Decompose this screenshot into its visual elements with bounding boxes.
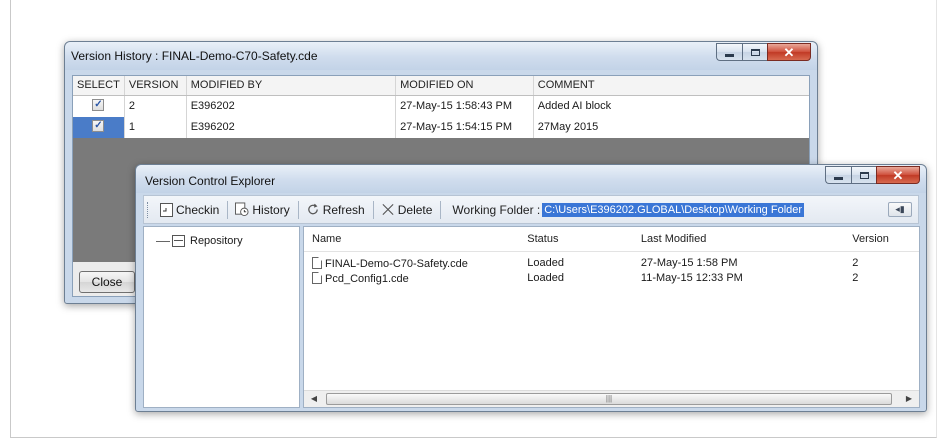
vce-titlebar[interactable]: Version Control Explorer ✕: [136, 165, 926, 193]
table-row[interactable]: ✓ 2 E396202 27-May-15 1:58:43 PM Added A…: [73, 96, 809, 118]
checkin-icon: [159, 202, 173, 217]
history-label: History: [252, 202, 290, 217]
tree-item-label: Repository: [190, 235, 243, 247]
vce-title: Version Control Explorer: [145, 174, 276, 188]
toolbar-overflow-button[interactable]: ◂▮: [888, 202, 912, 217]
working-folder-path[interactable]: C:\Users\E396202.GLOBAL\Desktop\Working …: [542, 202, 805, 217]
close-window-button[interactable]: ✕: [767, 43, 811, 61]
minimize-icon: [834, 176, 843, 180]
select-cell[interactable]: ✓: [73, 117, 125, 138]
toolbar-grip[interactable]: [147, 201, 151, 218]
refresh-button[interactable]: Refresh: [304, 202, 367, 217]
vce-toolbar: Checkin History Refresh Delete Working F…: [143, 195, 919, 224]
file-status: Loaded: [527, 272, 564, 284]
row-checkbox[interactable]: ✓: [92, 120, 105, 132]
toolbar-separator: [297, 200, 299, 219]
refresh-icon: [306, 202, 320, 217]
delete-icon: [381, 202, 395, 217]
grip-icon: |||: [605, 394, 613, 403]
history-button[interactable]: History: [233, 202, 291, 217]
minimize-button[interactable]: [825, 166, 851, 184]
toolbar-separator: [227, 200, 229, 219]
horizontal-scrollbar[interactable]: ◀ ||| ▶: [304, 390, 919, 407]
file-list-header: Name Status Last Modified Version: [304, 227, 919, 252]
repository-tree: Repository: [143, 226, 300, 408]
table-row[interactable]: ✓ 1 E396202 27-May-15 1:54:15 PM 27May 2…: [73, 117, 809, 139]
close-icon: ✕: [783, 44, 795, 60]
version-history-caption-buttons: ✕: [716, 43, 811, 61]
version-control-explorer-window: Version Control Explorer ✕ Checkin Histo…: [135, 164, 927, 412]
file-status: Loaded: [527, 257, 564, 269]
maximize-button[interactable]: [742, 43, 767, 61]
file-name-cell: Pcd_Config1.cde: [304, 272, 519, 286]
delete-label: Delete: [397, 202, 433, 217]
maximize-button[interactable]: [851, 166, 876, 184]
list-item[interactable]: FINAL-Demo-C70-Safety.cde Loaded 27-May-…: [304, 257, 919, 271]
scrollbar-thumb[interactable]: |||: [326, 393, 892, 405]
close-window-button[interactable]: ✕: [876, 166, 920, 184]
history-icon: [235, 202, 249, 217]
refresh-label: Refresh: [322, 202, 365, 217]
comment-cell: 27May 2015: [537, 121, 599, 133]
list-item[interactable]: Pcd_Config1.cde Loaded 11-May-15 12:33 P…: [304, 272, 919, 286]
col-modified-by[interactable]: MODIFIED BY: [187, 76, 397, 95]
checkin-button[interactable]: Checkin: [157, 202, 221, 217]
close-button[interactable]: Close: [79, 271, 135, 293]
maximize-icon: [750, 48, 760, 56]
file-modified: 27-May-15 1:58 PM: [640, 257, 738, 269]
toolbar-separator: [372, 200, 374, 219]
modified-on-cell: 27-May-15 1:58:43 PM: [396, 96, 534, 117]
modified-by-cell: E396202: [187, 96, 397, 117]
version-cell: 2: [125, 96, 187, 117]
scroll-left-icon[interactable]: ◀: [307, 393, 321, 405]
tree-item-repository[interactable]: Repository: [156, 235, 243, 247]
version-history-titlebar[interactable]: Version History : FINAL-Demo-C70-Safety.…: [65, 42, 817, 70]
row-checkbox[interactable]: ✓: [92, 99, 105, 111]
folder-icon: [172, 235, 185, 247]
comment-cell: Added AI block: [537, 100, 612, 112]
document-icon: [312, 257, 322, 269]
scroll-right-icon[interactable]: ▶: [902, 393, 916, 405]
minimize-button[interactable]: [716, 43, 742, 61]
file-name: Pcd_Config1.cde: [325, 273, 409, 285]
close-icon: ✕: [892, 167, 904, 183]
col-name[interactable]: Name: [304, 227, 519, 251]
file-version: 2: [852, 272, 859, 284]
col-modified-on[interactable]: MODIFIED ON: [396, 76, 534, 95]
version-cell: 1: [125, 117, 187, 138]
modified-on-cell: 27-May-15 1:54:15 PM: [396, 117, 534, 138]
vce-caption-buttons: ✕: [825, 166, 920, 184]
file-version: 2: [852, 257, 859, 269]
col-select[interactable]: SELECT: [73, 76, 125, 95]
col-version[interactable]: VERSION: [125, 76, 187, 95]
col-comment[interactable]: COMMENT: [534, 76, 809, 95]
maximize-icon: [859, 171, 869, 179]
version-history-title: Version History : FINAL-Demo-C70-Safety.…: [71, 49, 318, 63]
grid-header: SELECT VERSION MODIFIED BY MODIFIED ON C…: [73, 76, 809, 96]
file-name-cell: FINAL-Demo-C70-Safety.cde: [304, 257, 519, 271]
toolbar-separator: [440, 200, 442, 219]
document-icon: [312, 272, 322, 284]
col-last-modified[interactable]: Last Modified: [633, 227, 844, 251]
checkin-label: Checkin: [176, 202, 220, 217]
col-file-version[interactable]: Version: [844, 227, 919, 251]
delete-button[interactable]: Delete: [379, 202, 435, 217]
file-name: FINAL-Demo-C70-Safety.cde: [325, 258, 468, 270]
file-modified: 11-May-15 12:33 PM: [640, 272, 743, 284]
file-list: Name Status Last Modified Version FINAL-…: [303, 226, 920, 408]
modified-by-cell: E396202: [187, 117, 397, 138]
select-cell[interactable]: ✓: [73, 96, 125, 117]
col-status[interactable]: Status: [519, 227, 633, 251]
overflow-icon: ◂▮: [895, 204, 905, 214]
tree-connector: [156, 240, 170, 242]
minimize-icon: [725, 53, 734, 57]
working-folder-label: Working Folder :: [452, 202, 541, 217]
